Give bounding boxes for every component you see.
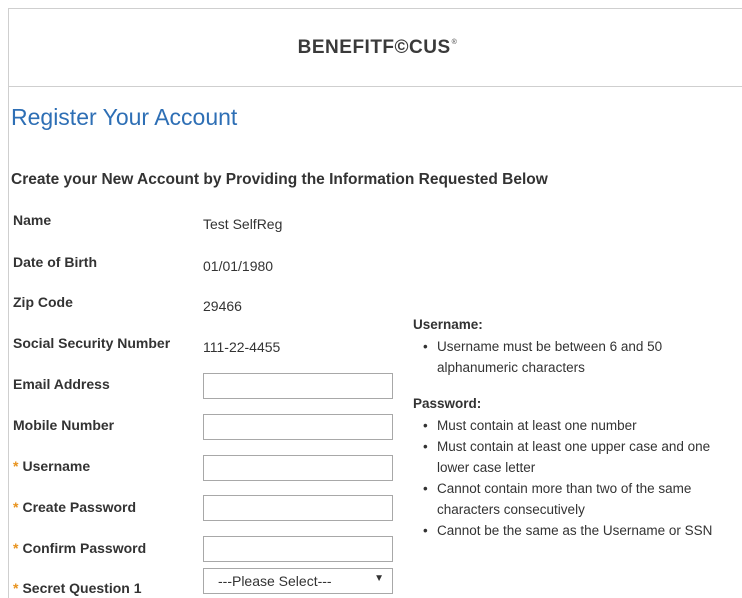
name-label: Name (13, 212, 52, 228)
list-item: Must contain at least one number (423, 415, 733, 436)
form-subtitle: Create your New Account by Providing the… (11, 171, 548, 188)
list-item: Cannot contain more than two of the same… (423, 478, 733, 520)
email-label: Email Address (13, 376, 110, 392)
ssn-label: Social Security Number (13, 335, 171, 351)
password-help: Password: Must contain at least one numb… (413, 396, 733, 541)
name-value: Test SelfReg (203, 216, 283, 232)
header: BENEFITF©CUS ® (9, 9, 742, 87)
secret-question-1-label-text: Secret Question 1 (22, 580, 142, 596)
username-input[interactable] (203, 455, 393, 481)
confirm-password-label-text: Confirm Password (22, 540, 147, 556)
zip-label: Zip Code (13, 294, 73, 310)
username-label-text: Username (22, 458, 91, 474)
ssn-value: 111-22-4455 (203, 339, 281, 355)
email-input[interactable] (203, 373, 393, 399)
password-help-title: Password: (413, 396, 482, 411)
registered-mark: ® (451, 38, 458, 46)
username-rules-list: Username must be between 6 and 50 alphan… (413, 336, 733, 378)
confirm-password-label: * Confirm Password (13, 540, 146, 556)
benefitfocus-logo: BENEFITF©CUS ® (298, 37, 458, 59)
logo-text: BENEFITF©CUS (297, 36, 451, 58)
list-item: Cannot be the same as the Username or SS… (423, 520, 733, 541)
required-marker: * (13, 580, 19, 596)
username-help-title: Username: (413, 317, 483, 332)
create-password-label-text: Create Password (22, 499, 137, 515)
password-rules-list: Must contain at least one number Must co… (413, 415, 733, 541)
username-help: Username: Username must be between 6 and… (413, 317, 733, 378)
list-item: Must contain at least one upper case and… (423, 436, 733, 478)
secret-question-1-label: * Secret Question 1 (13, 580, 142, 596)
dob-label: Date of Birth (13, 254, 97, 270)
mobile-input[interactable] (203, 414, 393, 440)
required-marker: * (13, 458, 19, 474)
dob-value: 01/01/1980 (203, 258, 274, 274)
secret-question-1-select[interactable]: ---Please Select--- ▼ (203, 568, 393, 594)
mobile-label: Mobile Number (13, 417, 115, 433)
dropdown-arrow-icon: ▼ (374, 573, 384, 584)
required-marker: * (13, 540, 19, 556)
zip-value: 29466 (203, 298, 242, 314)
username-label: * Username (13, 458, 90, 474)
required-marker: * (13, 499, 19, 515)
create-password-input[interactable] (203, 495, 393, 521)
confirm-password-input[interactable] (203, 536, 393, 562)
page-title: Register Your Account (11, 104, 238, 130)
create-password-label: * Create Password (13, 499, 136, 515)
list-item: Username must be between 6 and 50 alphan… (423, 336, 733, 378)
select-value: ---Please Select--- (218, 573, 332, 589)
